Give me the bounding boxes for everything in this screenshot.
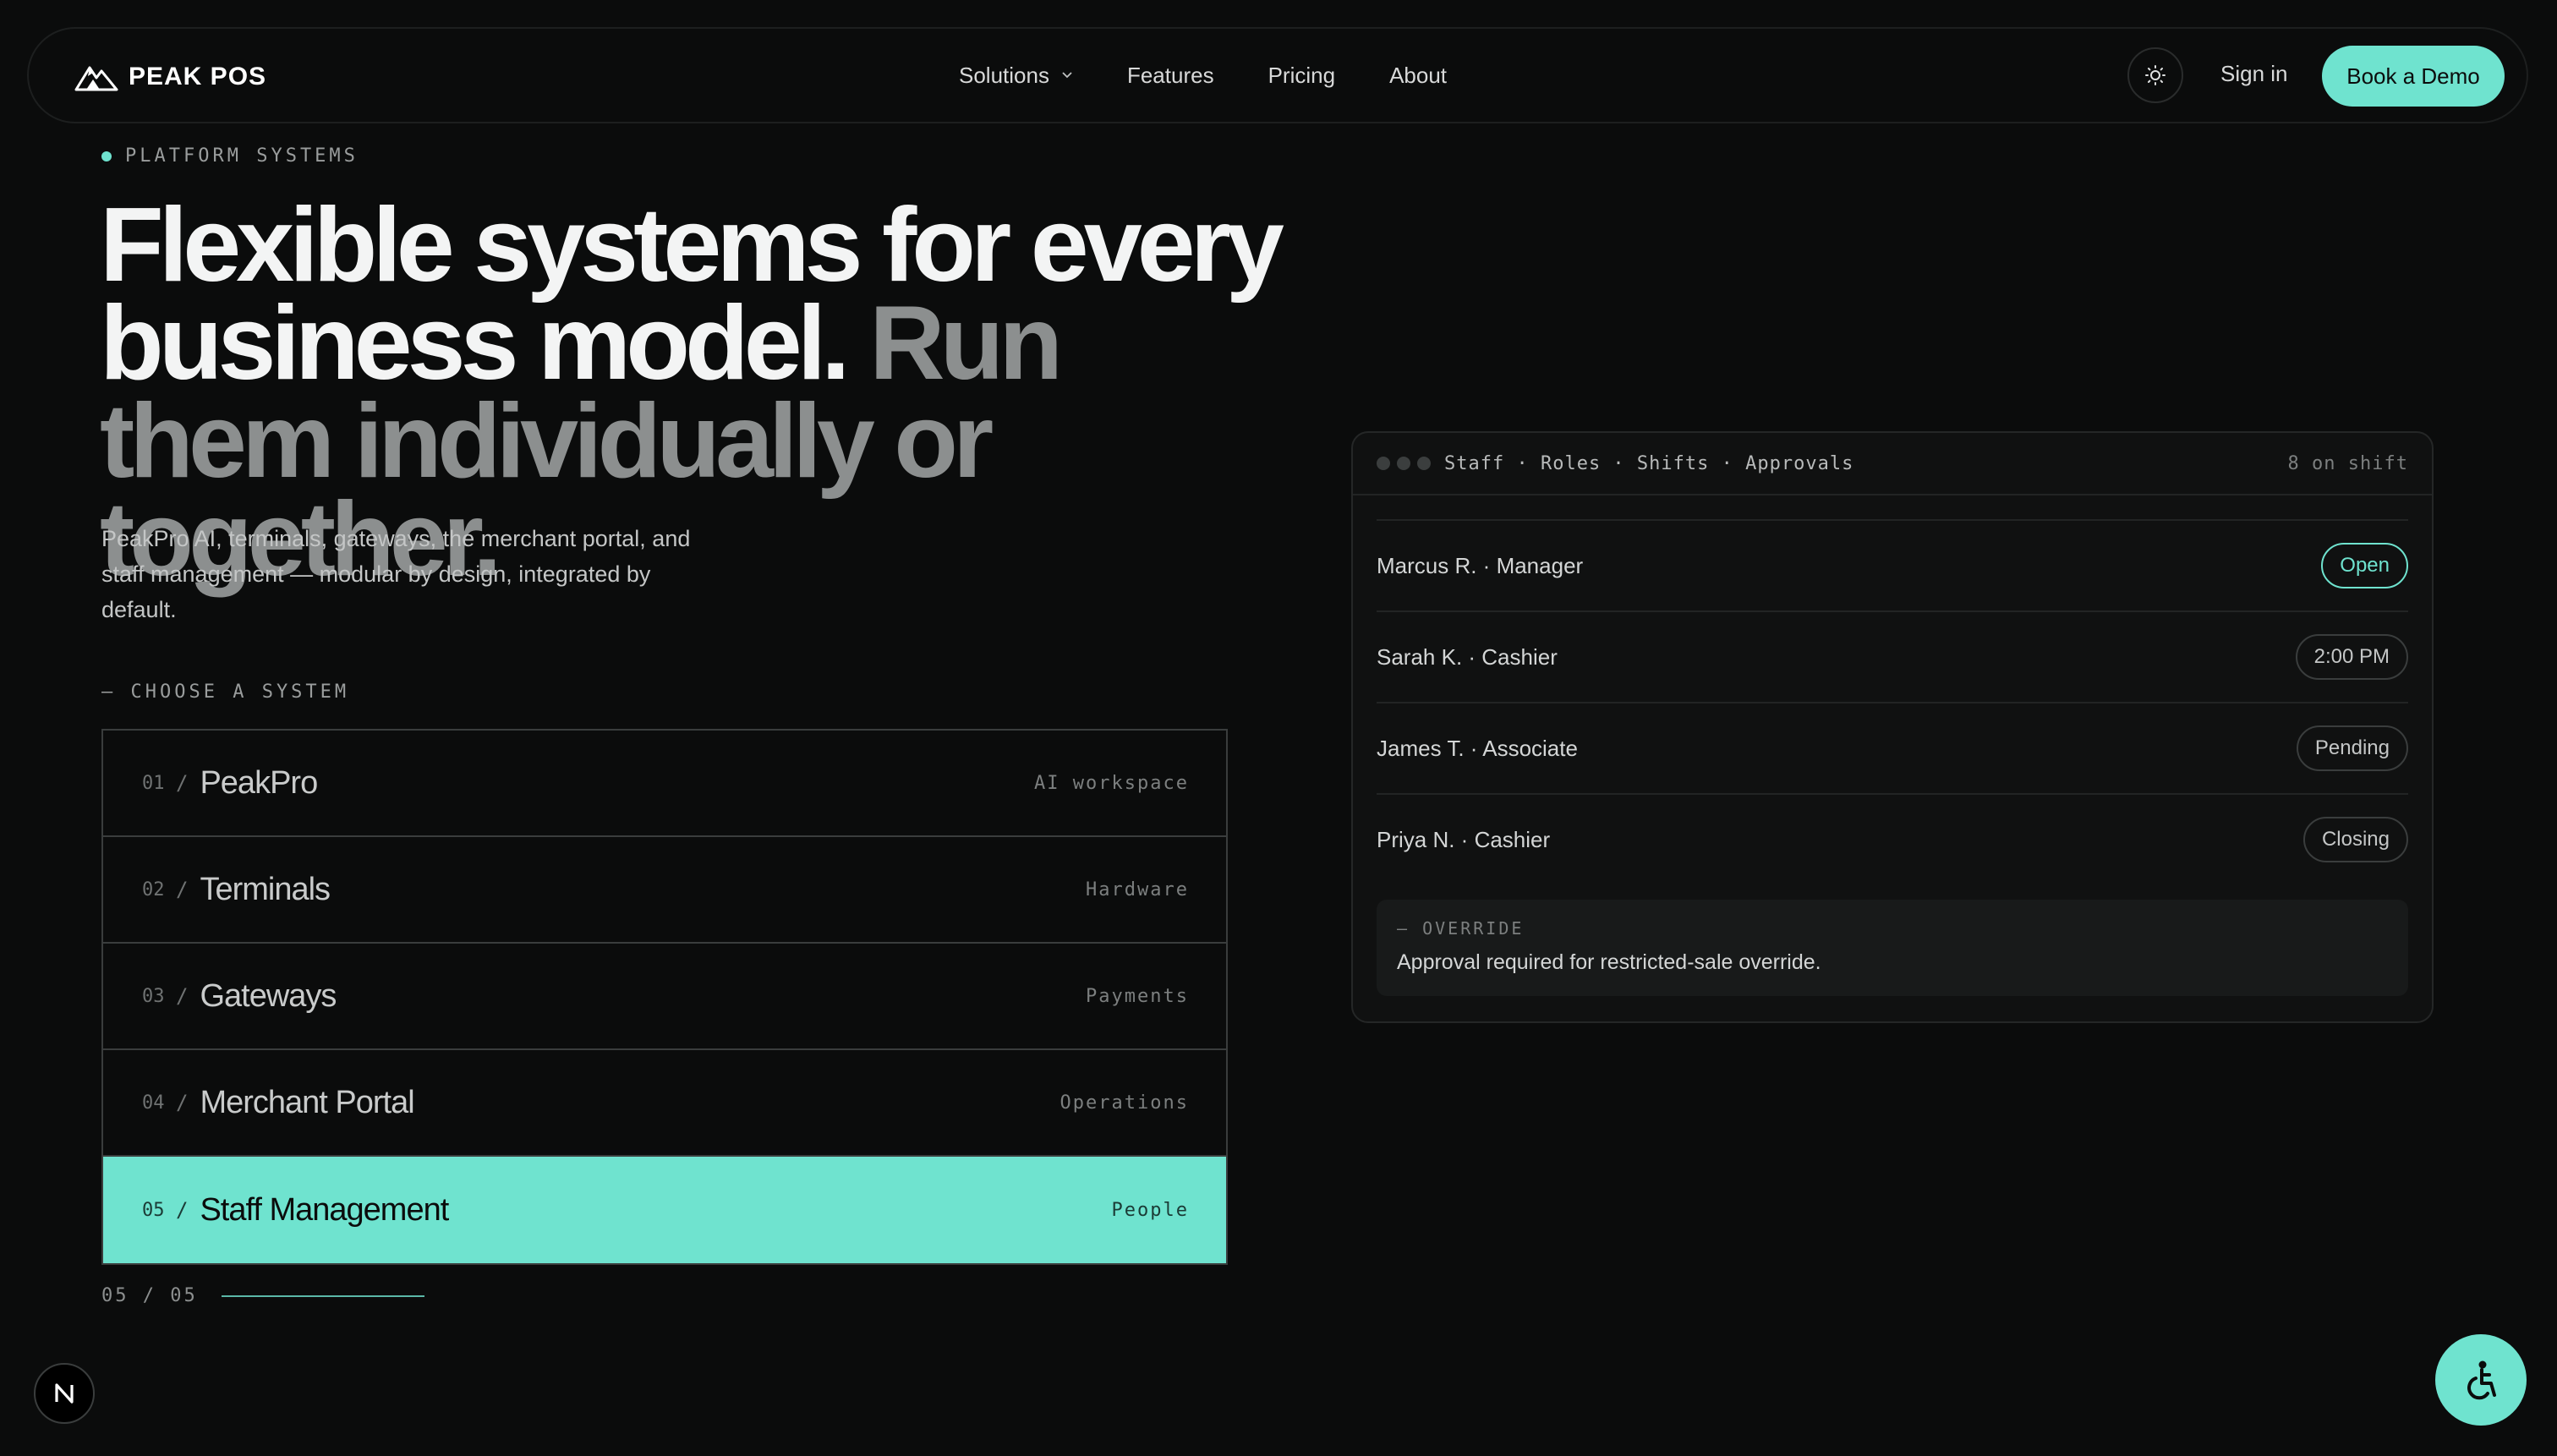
n-logo-icon xyxy=(55,1383,74,1404)
nav-about[interactable]: About xyxy=(1389,63,1447,89)
framework-badge[interactable] xyxy=(34,1363,95,1424)
eyebrow-label: PLATFORM SYSTEMS xyxy=(125,145,359,167)
sign-in-link[interactable]: Sign in xyxy=(2220,61,2288,87)
status-badge: Open xyxy=(2321,543,2408,588)
system-item-merchant-portal[interactable]: 04 / Merchant Portal Operations xyxy=(103,1050,1226,1157)
staff-row[interactable]: Sarah K. · Cashier 2:00 PM xyxy=(1377,610,2408,702)
accessibility-icon xyxy=(2467,1360,2496,1400)
chevron-down-icon xyxy=(1062,72,1072,79)
system-name: Terminals xyxy=(200,871,331,907)
staff-name: James T. · Associate xyxy=(1377,735,1578,761)
staff-name: Marcus R. · Manager xyxy=(1377,552,1584,578)
system-item-terminals[interactable]: 02 / Terminals Hardware xyxy=(103,837,1226,944)
system-name: Gateways xyxy=(200,977,337,1014)
window-dots xyxy=(1377,457,1431,470)
system-selector: 01 / PeakPro AI workspace 02 / Terminals… xyxy=(101,729,1228,1265)
system-tag: Payments xyxy=(1086,985,1189,1007)
override-notice: — OVERRIDE Approval required for restric… xyxy=(1377,900,2408,996)
sun-icon xyxy=(2145,65,2166,85)
staff-row[interactable]: Marcus R. · Manager Open xyxy=(1377,519,2408,610)
progress-line xyxy=(221,1295,424,1297)
nav-solutions[interactable]: Solutions xyxy=(959,63,1073,89)
eyebrow-dot xyxy=(101,151,112,161)
top-nav: PEAK POS Solutions Features Pricing Abou… xyxy=(27,27,2528,123)
status-badge: Pending xyxy=(2296,725,2408,771)
status-badge: Closing xyxy=(2302,817,2408,862)
panel-breadcrumb: Staff · Roles · Shifts · Approvals xyxy=(1444,452,1854,474)
system-tag: Hardware xyxy=(1086,879,1189,900)
system-item-peakpro[interactable]: 01 / PeakPro AI workspace xyxy=(103,731,1226,837)
system-number: 01 xyxy=(142,772,165,794)
override-label: — OVERRIDE xyxy=(1397,918,1525,939)
staff-row[interactable]: Priya N. · Cashier Closing xyxy=(1377,793,2408,884)
status-badge: 2:00 PM xyxy=(2295,634,2408,680)
brand-name: PEAK POS xyxy=(129,63,267,90)
nav-pricing[interactable]: Pricing xyxy=(1268,63,1335,89)
on-shift-count: 8 on shift xyxy=(2287,452,2408,474)
system-separator: / xyxy=(176,984,189,1008)
system-number: 04 xyxy=(142,1092,165,1114)
system-name: PeakPro xyxy=(200,764,318,801)
mountain-logo-icon xyxy=(74,66,118,91)
staff-list: Marcus R. · Manager Open Sarah K. · Cash… xyxy=(1377,519,2408,884)
system-counter: 05 / 05 xyxy=(101,1285,424,1306)
theme-toggle-button[interactable] xyxy=(2127,47,2183,103)
system-separator: / xyxy=(176,771,189,795)
panel-header: Staff · Roles · Shifts · Approvals 8 on … xyxy=(1353,433,2432,495)
system-number: 05 xyxy=(142,1199,165,1221)
staff-panel: Staff · Roles · Shifts · Approvals 8 on … xyxy=(1351,431,2434,1023)
system-number: 02 xyxy=(142,879,165,900)
system-tag: People xyxy=(1111,1199,1189,1221)
accessibility-button[interactable] xyxy=(2435,1334,2527,1426)
system-number: 03 xyxy=(142,985,165,1007)
choose-system-label: — CHOOSE A SYSTEM xyxy=(101,681,350,703)
system-separator: / xyxy=(176,1091,189,1114)
nav-features[interactable]: Features xyxy=(1127,63,1214,89)
brand-logo[interactable]: PEAK POS xyxy=(74,61,266,93)
eyebrow: PLATFORM SYSTEMS xyxy=(101,145,359,167)
system-tag: AI workspace xyxy=(1034,772,1189,794)
system-item-staff-management[interactable]: 05 / Staff Management People xyxy=(103,1157,1226,1263)
system-name: Staff Management xyxy=(200,1191,449,1228)
system-separator: / xyxy=(176,878,189,901)
staff-name: Priya N. · Cashier xyxy=(1377,826,1551,852)
staff-row[interactable]: James T. · Associate Pending xyxy=(1377,702,2408,793)
nav-solutions-label: Solutions xyxy=(959,62,1049,88)
staff-name: Sarah K. · Cashier xyxy=(1377,643,1558,670)
system-item-gateways[interactable]: 03 / Gateways Payments xyxy=(103,944,1226,1050)
hero-subtitle: PeakPro AI, terminals, gateways, the mer… xyxy=(101,526,691,622)
counter-text: 05 / 05 xyxy=(101,1285,198,1306)
system-separator: / xyxy=(176,1198,189,1222)
headline-bright: Flexible systems for every business mode… xyxy=(100,187,1284,402)
nav-links: Solutions Features Pricing About xyxy=(959,29,1501,122)
system-tag: Operations xyxy=(1059,1092,1189,1114)
system-name: Merchant Portal xyxy=(200,1084,414,1120)
override-text: Approval required for restricted-sale ov… xyxy=(1397,950,1821,974)
book-demo-button[interactable]: Book a Demo xyxy=(2322,46,2505,107)
